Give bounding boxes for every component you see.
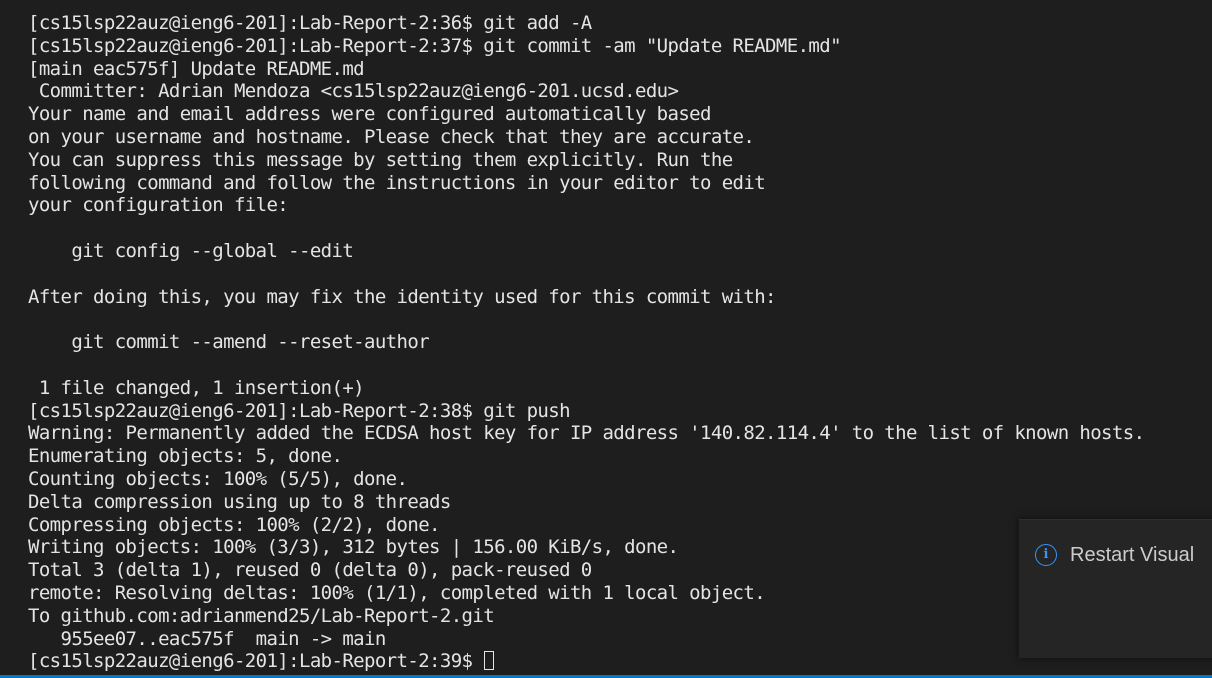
terminal-line: [main eac575f] Update README.md xyxy=(28,57,365,80)
terminal-line: Your name and email address were configu… xyxy=(28,103,711,126)
terminal-prompt: [cs15lsp22auz@ieng6-201]:Lab-Report-2:39… xyxy=(28,650,484,673)
terminal-line: Enumerating objects: 5, done. xyxy=(28,445,343,468)
terminal-line: 1 file changed, 1 insertion(+) xyxy=(28,376,365,399)
terminal-line: Committer: Adrian Mendoza <cs15lsp22auz@… xyxy=(28,80,679,103)
terminal-line: You can suppress this message by setting… xyxy=(28,148,733,171)
terminal-panel[interactable]: [cs15lsp22auz@ieng6-201]:Lab-Report-2:36… xyxy=(0,0,1212,678)
terminal-line: [cs15lsp22auz@ieng6-201]:Lab-Report-2:38… xyxy=(28,399,571,422)
terminal-line: git config --global --edit xyxy=(28,239,354,262)
terminal-line: on your username and hostname. Please ch… xyxy=(28,125,755,148)
terminal-cursor xyxy=(484,651,495,671)
terminal-line: your configuration file: xyxy=(28,194,289,217)
terminal-line: [cs15lsp22auz@ieng6-201]:Lab-Report-2:36… xyxy=(28,12,592,34)
terminal-line: [cs15lsp22auz@ieng6-201]:Lab-Report-2:37… xyxy=(28,34,842,57)
terminal-line: following command and follow the instruc… xyxy=(28,171,766,194)
restart-notification[interactable]: i Restart Visual xyxy=(1019,519,1212,658)
info-icon: i xyxy=(1035,544,1057,566)
notification-message: Restart Visual xyxy=(1070,544,1195,566)
terminal-line: git commit --amend --reset-author xyxy=(28,331,430,354)
terminal-line: After doing this, you may fix the identi… xyxy=(28,285,776,308)
terminal-line: Counting objects: 100% (5/5), done. xyxy=(28,467,408,490)
terminal-line: Warning: Permanently added the ECDSA hos… xyxy=(28,422,1145,445)
terminal-line: Delta compression using up to 8 threads xyxy=(28,490,451,513)
